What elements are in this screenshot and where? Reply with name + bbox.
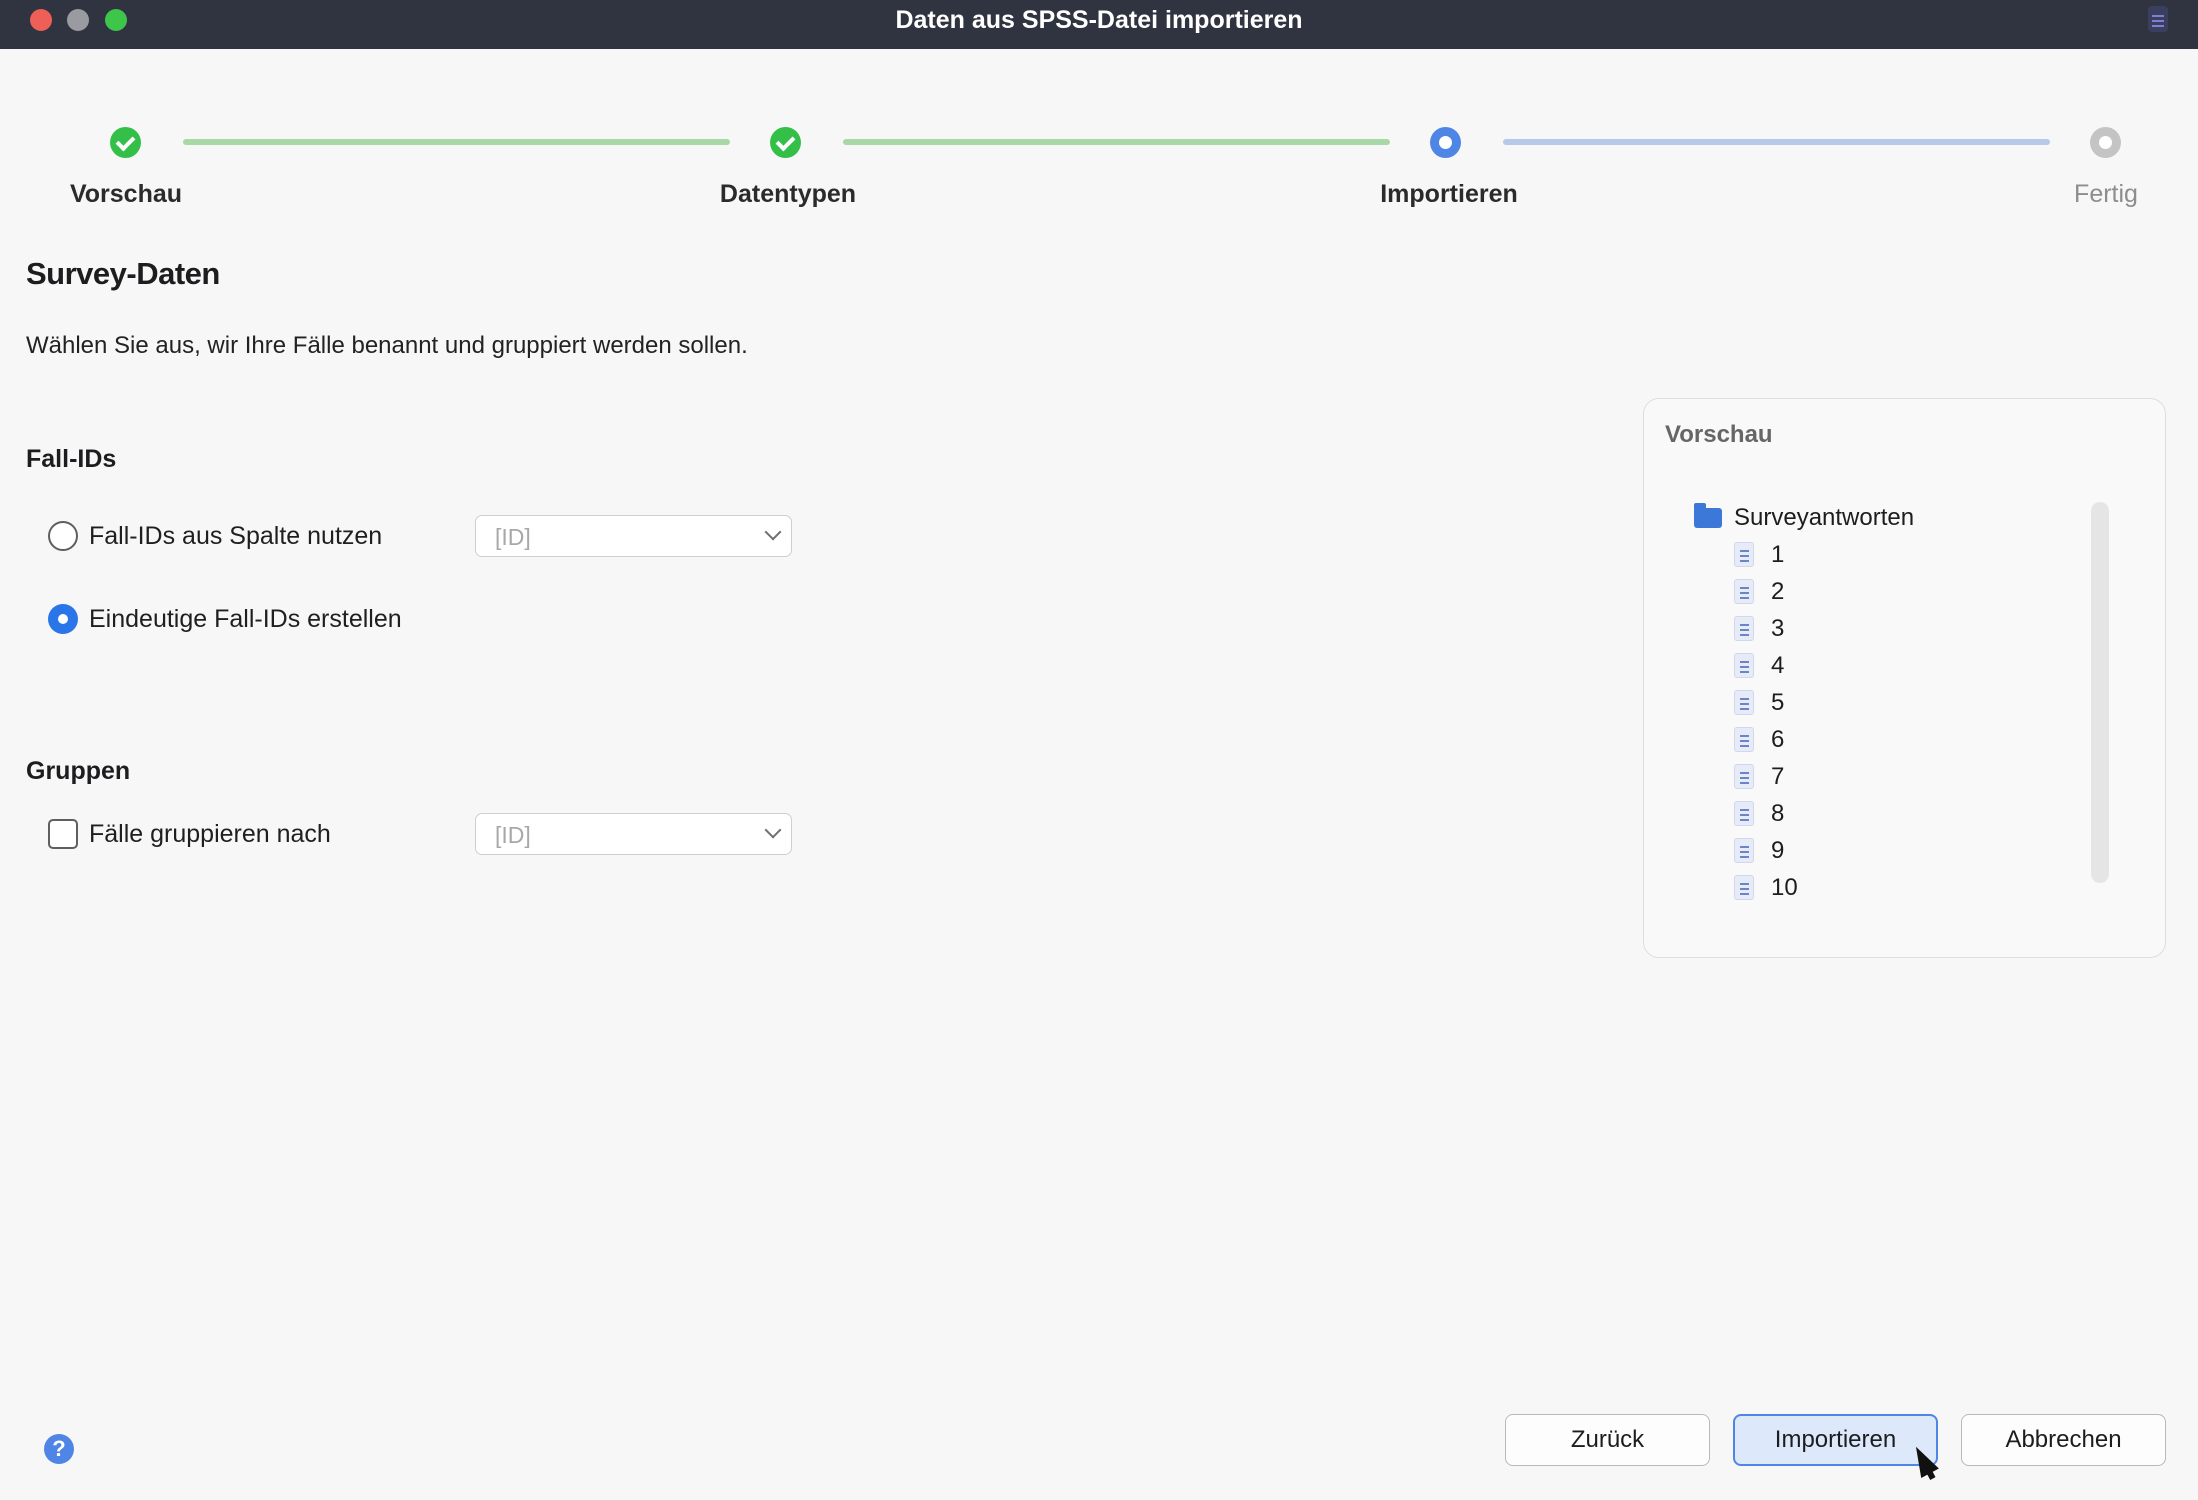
unique-case-ids-radio[interactable] — [48, 604, 78, 634]
tree-item-label: 9 — [1771, 837, 1785, 864]
tree-item-label: 5 — [1771, 689, 1785, 716]
document-icon — [1734, 690, 1754, 715]
tree-item-label: 8 — [1771, 800, 1785, 827]
step-label-preview: Vorschau — [69, 180, 183, 208]
tree-item-label: 3 — [1771, 615, 1785, 642]
tree-item[interactable]: 5 — [1734, 684, 2034, 721]
window-title: Daten aus SPSS-Datei importieren — [895, 6, 1303, 34]
unique-case-ids-label[interactable]: Eindeutige Fall-IDs erstellen — [89, 605, 402, 634]
document-icon — [1734, 764, 1754, 789]
tree-item[interactable]: 2 — [1734, 573, 2034, 610]
case-ids-from-column-label[interactable]: Fall-IDs aus Spalte nutzen — [89, 522, 382, 551]
tree-item-label: 2 — [1771, 578, 1785, 605]
step-current-indicator — [1430, 127, 1461, 158]
case-ids-heading: Fall-IDs — [26, 445, 117, 473]
preview-title: Vorschau — [1665, 421, 1773, 448]
tree-item[interactable]: 9 — [1734, 832, 2034, 869]
tree-item[interactable]: 10 — [1734, 869, 2034, 901]
tree-item-label: 6 — [1771, 726, 1785, 753]
groups-heading: Gruppen — [26, 757, 131, 785]
step-done-check-icon — [770, 127, 801, 158]
preview-panel: Vorschau Surveyantworten 1 2 3 4 5 6 7 8… — [1643, 398, 2166, 958]
tree-item-label: 7 — [1771, 763, 1785, 790]
back-button[interactable]: Zurück — [1505, 1414, 1710, 1466]
step-label-import: Importieren — [1380, 180, 1518, 208]
folder-icon — [1694, 503, 1722, 528]
tree-item[interactable]: 6 — [1734, 721, 2034, 758]
group-by-select-value: [ID] — [495, 822, 531, 848]
document-icon — [1734, 616, 1754, 641]
document-icon — [1734, 579, 1754, 604]
group-cases-label[interactable]: Fälle gruppieren nach — [89, 820, 331, 849]
step-label-datatypes: Datentypen — [719, 180, 857, 208]
tree-root-label: Surveyantworten — [1734, 504, 1915, 531]
app-menu-icon[interactable] — [2148, 6, 2168, 32]
document-icon — [1734, 838, 1754, 863]
case-ids-from-column-radio[interactable] — [48, 521, 78, 551]
chevron-down-icon — [764, 821, 782, 839]
document-icon — [1734, 875, 1754, 900]
tree-item[interactable]: 1 — [1734, 536, 2034, 573]
document-icon — [1734, 801, 1754, 826]
tree-item[interactable]: 4 — [1734, 647, 2034, 684]
group-cases-checkbox[interactable] — [48, 819, 78, 849]
step-connector — [183, 139, 730, 145]
import-button[interactable]: Importieren — [1733, 1414, 1938, 1466]
tree-item[interactable]: 7 — [1734, 758, 2034, 795]
tree-item-label: 10 — [1771, 874, 1798, 901]
preview-scrollbar[interactable] — [2091, 502, 2109, 883]
step-connector — [843, 139, 1390, 145]
page-description: Wählen Sie aus, wir Ihre Fälle benannt u… — [26, 332, 748, 359]
case-ids-column-select-value: [ID] — [495, 524, 531, 550]
document-icon — [1734, 542, 1754, 567]
case-ids-column-select[interactable]: [ID] — [475, 515, 792, 557]
group-by-select[interactable]: [ID] — [475, 813, 792, 855]
tree-item-label: 1 — [1771, 541, 1785, 568]
chevron-down-icon — [764, 523, 782, 541]
title-bar: Daten aus SPSS-Datei importieren — [0, 0, 2198, 49]
tree-item[interactable]: 3 — [1734, 610, 2034, 647]
step-connector — [1503, 139, 2050, 145]
tree-item-label: 4 — [1771, 652, 1785, 679]
tree-item[interactable]: 8 — [1734, 795, 2034, 832]
page-title: Survey-Daten — [26, 256, 220, 291]
preview-tree[interactable]: Surveyantworten 1 2 3 4 5 6 7 8 9 10 — [1694, 499, 2084, 901]
step-done-check-icon — [110, 127, 141, 158]
cancel-button[interactable]: Abbrechen — [1961, 1414, 2166, 1466]
document-icon — [1734, 653, 1754, 678]
step-future-indicator — [2090, 127, 2121, 158]
step-label-finished: Fertig — [2074, 180, 2138, 208]
document-icon — [1734, 727, 1754, 752]
help-icon[interactable]: ? — [44, 1434, 74, 1464]
